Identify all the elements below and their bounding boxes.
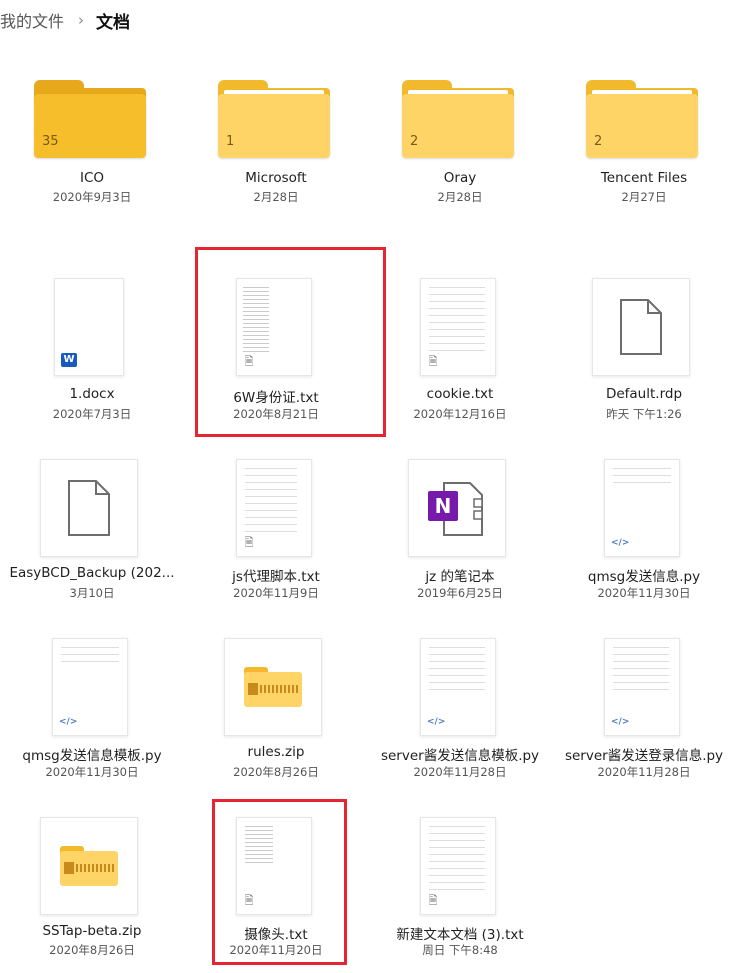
document-preview: </> bbox=[52, 638, 128, 736]
document-preview bbox=[40, 817, 138, 915]
document-preview: </> bbox=[420, 638, 496, 736]
highlight-box-camera-file bbox=[212, 799, 347, 965]
item-date: 2020年12月16日 bbox=[413, 407, 507, 421]
document-preview: 🗎 bbox=[420, 817, 496, 915]
folder-icon: 1 bbox=[218, 80, 334, 164]
file-item-new-text-doc-txt[interactable]: 🗎 新建文本文档 (3).txt 周日 下午8:48 bbox=[368, 815, 552, 965]
item-date: 2020年7月3日 bbox=[52, 407, 132, 421]
folder-item-oray[interactable]: 2 Oray 2月28日 bbox=[368, 64, 552, 214]
breadcrumb: 我的文件 › 文档 bbox=[0, 8, 131, 33]
item-date: 2020年11月28日 bbox=[597, 765, 691, 779]
file-item-default-rdp[interactable]: Default.rdp 昨天 下午1:26 bbox=[552, 276, 736, 426]
folder-item-tencent-files[interactable]: 2 Tencent Files 2月27日 bbox=[552, 64, 736, 214]
item-date: 2020年9月3日 bbox=[52, 190, 132, 204]
item-date: 周日 下午8:48 bbox=[422, 943, 498, 957]
folder-count: 2 bbox=[594, 134, 603, 149]
file-item-1-docx[interactable]: W 1.docx 2020年7月3日 bbox=[0, 276, 184, 426]
document-preview: </> bbox=[604, 459, 680, 557]
item-name: Oray bbox=[443, 170, 477, 186]
document-preview: 🗎 bbox=[236, 459, 312, 557]
file-item-qmsg-py[interactable]: </> qmsg发送信息.py 2020年11月30日 bbox=[552, 457, 736, 607]
item-name: server酱发送登录信息.py bbox=[564, 748, 724, 764]
text-file-icon: 🗎 bbox=[244, 536, 254, 549]
item-name: qmsg发送信息.py bbox=[587, 569, 701, 585]
item-name: Default.rdp bbox=[605, 386, 683, 402]
chevron-right-icon: › bbox=[78, 11, 85, 29]
breadcrumb-parent[interactable]: 我的文件 bbox=[0, 8, 64, 32]
text-file-icon: 🗎 bbox=[428, 894, 438, 907]
item-name: js代理脚本.txt bbox=[232, 569, 320, 585]
item-name: qmsg发送信息模板.py bbox=[22, 748, 162, 764]
file-item-qmsg-template-py[interactable]: </> qmsg发送信息模板.py 2020年11月30日 bbox=[0, 636, 184, 786]
folder-icon: 35 bbox=[34, 80, 150, 164]
item-date: 3月10日 bbox=[69, 586, 115, 600]
item-date: 2020年11月30日 bbox=[597, 586, 691, 600]
item-name: Tencent Files bbox=[600, 170, 688, 186]
folder-count: 35 bbox=[42, 134, 59, 149]
file-item-server-login-py[interactable]: </> server酱发送登录信息.py 2020年11月28日 bbox=[552, 636, 736, 786]
file-item-sstap-zip[interactable]: SSTap-beta.zip 2020年8月26日 bbox=[0, 815, 184, 965]
item-date: 2020年11月30日 bbox=[45, 765, 139, 779]
onenote-icon: N bbox=[428, 482, 483, 536]
document-preview: 🗎 bbox=[420, 278, 496, 376]
item-name: SSTap-beta.zip bbox=[42, 923, 142, 939]
item-name: EasyBCD_Backup (202... bbox=[9, 565, 175, 581]
item-name: rules.zip bbox=[247, 744, 305, 760]
document-preview bbox=[224, 638, 322, 736]
blank-file-icon bbox=[68, 480, 110, 536]
item-date: 2月28日 bbox=[253, 190, 299, 204]
item-date: 2月28日 bbox=[437, 190, 483, 204]
zip-folder-icon bbox=[244, 667, 302, 707]
file-item-onenote[interactable]: N jz 的笔记本 2019年6月25日 bbox=[368, 457, 552, 607]
item-name: Microsoft bbox=[245, 170, 307, 186]
folder-count: 1 bbox=[226, 134, 235, 149]
zip-folder-icon bbox=[60, 846, 118, 886]
word-icon: W bbox=[61, 353, 77, 367]
item-date: 2020年11月9日 bbox=[233, 586, 319, 600]
item-date: 昨天 下午1:26 bbox=[606, 407, 682, 421]
python-file-icon: </> bbox=[59, 717, 78, 727]
item-date: 2020年8月26日 bbox=[233, 765, 319, 779]
text-file-icon: 🗎 bbox=[428, 355, 438, 368]
folder-item-ico[interactable]: 35 ICO 2020年9月3日 bbox=[0, 64, 184, 214]
file-item-js-proxy-txt[interactable]: 🗎 js代理脚本.txt 2020年11月9日 bbox=[184, 457, 368, 607]
file-item-cookie-txt[interactable]: 🗎 cookie.txt 2020年12月16日 bbox=[368, 276, 552, 426]
breadcrumb-current: 文档 bbox=[96, 12, 131, 33]
item-name: ICO bbox=[79, 170, 105, 186]
folder-icon: 2 bbox=[586, 80, 702, 164]
item-date: 2020年8月26日 bbox=[49, 943, 135, 957]
file-item-rules-zip[interactable]: rules.zip 2020年8月26日 bbox=[184, 636, 368, 786]
folder-count: 2 bbox=[410, 134, 419, 149]
item-name: 1.docx bbox=[69, 386, 115, 402]
python-file-icon: </> bbox=[427, 717, 446, 727]
python-file-icon: </> bbox=[611, 717, 630, 727]
file-item-easybcd-backup[interactable]: EasyBCD_Backup (202... 3月10日 bbox=[0, 457, 184, 607]
item-name: 新建文本文档 (3).txt bbox=[396, 927, 524, 943]
file-item-server-template-py[interactable]: </> server酱发送信息模板.py 2020年11月28日 bbox=[368, 636, 552, 786]
folder-icon: 2 bbox=[402, 80, 518, 164]
item-name: jz 的笔记本 bbox=[425, 569, 495, 585]
item-name: cookie.txt bbox=[426, 386, 494, 402]
document-preview: W bbox=[54, 278, 124, 376]
svg-text:N: N bbox=[435, 494, 452, 518]
highlight-box-id-file bbox=[195, 247, 386, 437]
document-preview: N bbox=[408, 459, 506, 557]
item-date: 2019年6月25日 bbox=[417, 586, 503, 600]
blank-file-icon bbox=[620, 299, 662, 355]
item-date: 2月27日 bbox=[621, 190, 667, 204]
document-preview bbox=[40, 459, 138, 557]
item-name: server酱发送信息模板.py bbox=[380, 748, 540, 764]
folder-item-microsoft[interactable]: 1 Microsoft 2月28日 bbox=[184, 64, 368, 214]
document-preview: </> bbox=[604, 638, 680, 736]
document-preview bbox=[592, 278, 690, 376]
item-date: 2020年11月28日 bbox=[413, 765, 507, 779]
python-file-icon: </> bbox=[611, 538, 630, 548]
